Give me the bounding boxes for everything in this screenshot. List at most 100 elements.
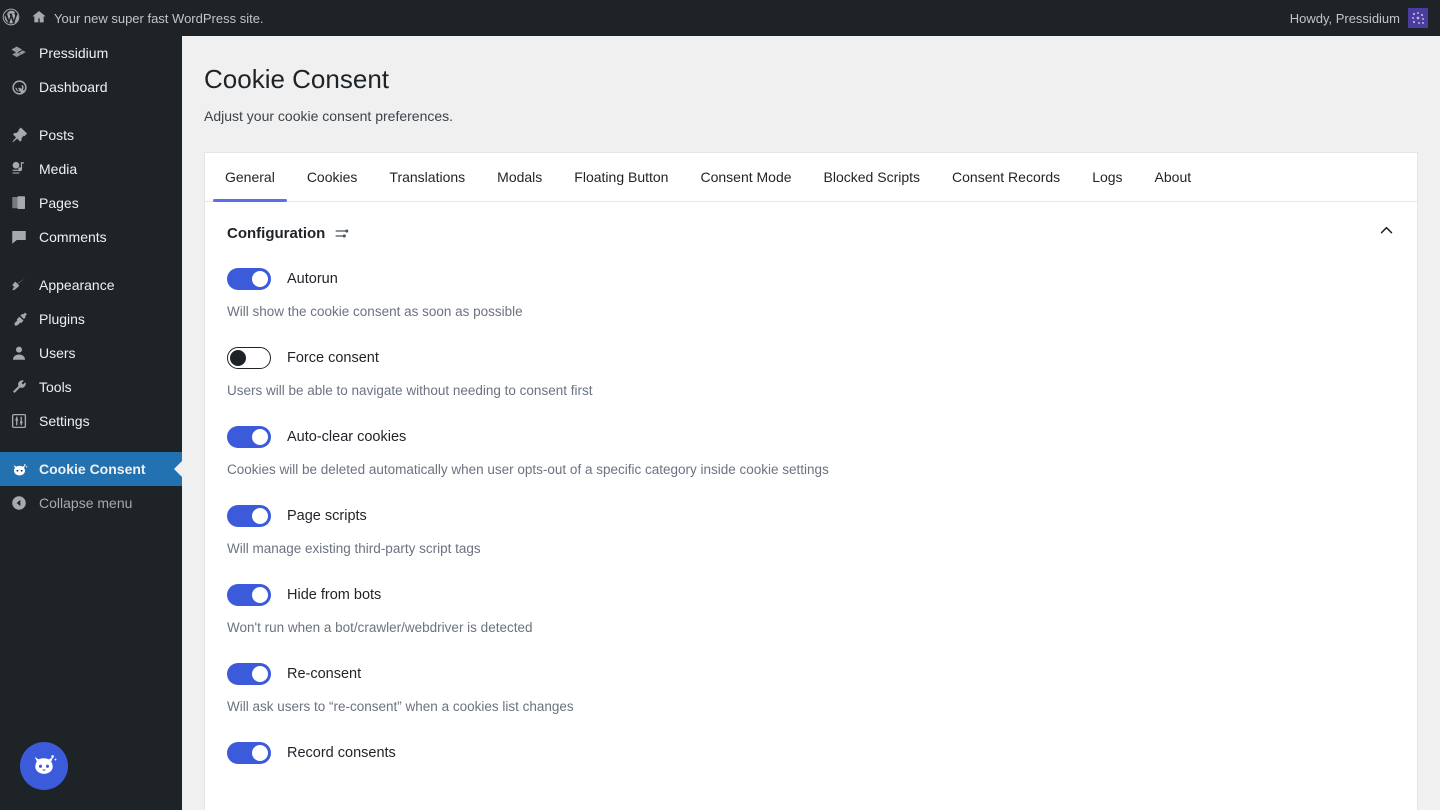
- sidebar-item-label: Media: [39, 161, 78, 177]
- tab-translations[interactable]: Translations: [373, 153, 481, 201]
- tab-logs[interactable]: Logs: [1076, 153, 1138, 201]
- setting-label: Auto-clear cookies: [287, 429, 407, 445]
- sidebar-item-label: Posts: [39, 127, 75, 143]
- setting-description: Won't run when a bot/crawler/webdriver i…: [227, 620, 533, 635]
- section-collapse-toggle[interactable]: [1378, 222, 1395, 244]
- sidebar-item-pressidium[interactable]: Pressidium: [0, 36, 182, 70]
- tab-label: Blocked Scripts: [823, 169, 921, 185]
- home-icon: [31, 9, 47, 28]
- tab-label: Consent Mode: [700, 169, 792, 185]
- tab-modals[interactable]: Modals: [481, 153, 558, 201]
- sidebar-item-media[interactable]: Media: [0, 152, 182, 186]
- setting-label: Autorun: [287, 271, 338, 287]
- wrench-icon: [9, 377, 29, 397]
- tab-consent-records[interactable]: Consent Records: [936, 153, 1076, 201]
- toggle-knob: [230, 350, 246, 366]
- admin-sidebar: Pressidium Dashboard Posts Media Pages C…: [0, 36, 182, 810]
- sidebar-item-label: Settings: [39, 413, 90, 429]
- floating-cookie-consent-button[interactable]: [20, 742, 68, 790]
- wordpress-logo-button[interactable]: [0, 0, 22, 36]
- configuration-section-header: Configuration: [205, 202, 1417, 244]
- tab-cookies[interactable]: Cookies: [291, 153, 374, 201]
- sidebar-item-appearance[interactable]: Appearance: [0, 268, 182, 302]
- setting-row-page-scripts: Page scripts Will manage existing third-…: [227, 505, 1395, 556]
- sidebar-item-label: Cookie Consent: [39, 461, 146, 477]
- page-header: Cookie Consent Adjust your cookie consen…: [182, 36, 1440, 124]
- sidebar-item-cookie-consent[interactable]: Cookie Consent: [0, 452, 182, 486]
- sidebar-item-label: Collapse menu: [39, 495, 133, 511]
- sidebar-item-settings[interactable]: Settings: [0, 404, 182, 438]
- setting-row-re-consent: Re-consent Will ask users to “re-consent…: [227, 663, 1395, 714]
- sliders-icon: [9, 411, 29, 431]
- sidebar-item-posts[interactable]: Posts: [0, 118, 182, 152]
- tab-label: Logs: [1092, 169, 1123, 185]
- dashboard-gauge-icon: [9, 77, 29, 97]
- sidebar-separator: [0, 104, 182, 118]
- toggle-page-scripts[interactable]: [227, 505, 271, 527]
- collapse-arrow-icon: [9, 493, 29, 513]
- tab-label: Modals: [497, 169, 543, 185]
- sidebar-item-label: Comments: [39, 229, 107, 245]
- tab-consent-mode[interactable]: Consent Mode: [684, 153, 807, 201]
- tab-blocked-scripts[interactable]: Blocked Scripts: [808, 153, 936, 201]
- sidebar-current-arrow: [174, 461, 182, 477]
- setting-label: Record consents: [287, 745, 396, 761]
- toggle-autorun[interactable]: [227, 268, 271, 290]
- avatar[interactable]: [1408, 8, 1428, 28]
- toggle-re-consent[interactable]: [227, 663, 271, 685]
- sidebar-item-plugins[interactable]: Plugins: [0, 302, 182, 336]
- toggle-knob: [252, 666, 268, 682]
- tab-label: About: [1154, 169, 1192, 185]
- comment-bubble-icon: [9, 227, 29, 247]
- sidebar-item-label: Pages: [39, 195, 79, 211]
- pressidium-icon: [9, 43, 29, 63]
- tab-label: Consent Records: [952, 169, 1061, 185]
- setting-label: Re-consent: [287, 666, 362, 682]
- configuration-settings-list: Autorun Will show the cookie consent as …: [205, 244, 1417, 764]
- howdy-label[interactable]: Howdy, Pressidium: [1290, 11, 1400, 26]
- sidebar-item-label: Users: [39, 345, 76, 361]
- setting-row-auto-clear-cookies: Auto-clear cookies Cookies will be delet…: [227, 426, 1395, 477]
- main-content: Cookie Consent Adjust your cookie consen…: [182, 36, 1440, 810]
- cookie-consent-cat-icon: [9, 459, 29, 479]
- tab-about[interactable]: About: [1139, 153, 1208, 201]
- setting-row-autorun: Autorun Will show the cookie consent as …: [227, 268, 1395, 319]
- toggle-record-consents[interactable]: [227, 742, 271, 764]
- paintbrush-icon: [9, 275, 29, 295]
- sidebar-item-label: Pressidium: [39, 45, 109, 61]
- sidebar-group-top: Pressidium Dashboard: [0, 36, 182, 104]
- user-icon: [9, 343, 29, 363]
- sidebar-group-content: Posts Media Pages Comments: [0, 118, 182, 254]
- toggle-force-consent[interactable]: [227, 347, 271, 369]
- setting-description: Cookies will be deleted automatically wh…: [227, 462, 829, 477]
- plug-icon: [9, 309, 29, 329]
- sidebar-item-comments[interactable]: Comments: [0, 220, 182, 254]
- tab-label: Translations: [389, 169, 466, 185]
- sidebar-item-label: Plugins: [39, 311, 85, 327]
- sidebar-item-users[interactable]: Users: [0, 336, 182, 370]
- toggle-hide-from-bots[interactable]: [227, 584, 271, 606]
- setting-row-record-consents: Record consents: [227, 742, 1395, 764]
- toggle-auto-clear-cookies[interactable]: [227, 426, 271, 448]
- site-name-button[interactable]: Your new super fast WordPress site.: [22, 0, 273, 36]
- tab-label: General: [225, 169, 275, 185]
- setting-row-hide-from-bots: Hide from bots Won't run when a bot/craw…: [227, 584, 1395, 635]
- sidebar-group-plugin: Cookie Consent: [0, 452, 182, 486]
- sidebar-item-dashboard[interactable]: Dashboard: [0, 70, 182, 104]
- setting-label: Hide from bots: [287, 587, 382, 603]
- tab-label: Floating Button: [574, 169, 669, 185]
- admin-bar-left: Your new super fast WordPress site.: [0, 0, 273, 36]
- toggle-knob: [252, 508, 268, 524]
- cookie-consent-cat-icon: [29, 749, 59, 784]
- settings-tabs: General Cookies Translations Modals Floa…: [205, 153, 1417, 202]
- sidebar-item-collapse-menu[interactable]: Collapse menu: [0, 486, 182, 520]
- site-title: Your new super fast WordPress site.: [54, 10, 264, 26]
- pin-icon: [9, 125, 29, 145]
- tab-general[interactable]: General: [209, 153, 291, 202]
- sidebar-item-pages[interactable]: Pages: [0, 186, 182, 220]
- sidebar-item-label: Tools: [39, 379, 72, 395]
- tab-floating-button[interactable]: Floating Button: [558, 153, 684, 201]
- tune-sliders-icon: [334, 225, 351, 242]
- toggle-knob: [252, 271, 268, 287]
- sidebar-item-tools[interactable]: Tools: [0, 370, 182, 404]
